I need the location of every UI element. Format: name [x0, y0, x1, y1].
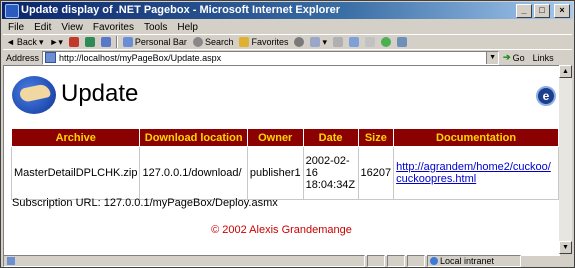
ie-logo-icon: e	[536, 86, 556, 106]
refresh-icon	[84, 37, 95, 47]
go-arrow-icon: ➔	[503, 52, 511, 62]
menu-favorites[interactable]: Favorites	[88, 22, 139, 33]
menu-help[interactable]: Help	[172, 22, 203, 33]
status-panel-3	[407, 255, 425, 267]
print-button[interactable]	[330, 37, 346, 47]
close-button[interactable]: ×	[554, 4, 570, 18]
header-date: Date	[302, 128, 359, 147]
table-row: MasterDetailDPLCHK.zip 127.0.0.1/downloa…	[10, 146, 559, 200]
address-dropdown-icon[interactable]: ▼	[486, 51, 499, 64]
print-icon	[333, 37, 344, 47]
back-button[interactable]: ◄ Back ▾	[3, 37, 46, 48]
status-panel-2	[387, 255, 405, 267]
cell-download-location: 127.0.0.1/download/	[139, 146, 248, 200]
status-page-icon	[7, 257, 15, 265]
header-size: Size	[357, 128, 395, 147]
go-label: Go	[512, 52, 525, 63]
address-bar: Address http://localhost/myPageBox/Updat…	[3, 49, 572, 65]
back-label: Back	[16, 37, 37, 47]
intranet-icon	[430, 257, 438, 265]
menu-file[interactable]: File	[3, 22, 29, 33]
address-url: http://localhost/myPageBox/Update.aspx	[59, 52, 222, 63]
cell-archive: MasterDetailDPLCHK.zip	[10, 146, 141, 200]
status-bar: Local intranet	[3, 255, 572, 267]
pagebox-logo-icon	[12, 76, 56, 114]
personal-bar-label: Personal Bar	[134, 37, 187, 47]
mail-icon	[310, 37, 321, 47]
links-button[interactable]: Links	[533, 53, 554, 63]
header-documentation: Documentation	[393, 128, 559, 147]
status-zone: Local intranet	[427, 255, 521, 267]
address-label: Address	[6, 52, 40, 63]
home-button[interactable]	[98, 37, 114, 47]
home-icon	[100, 37, 111, 47]
vertical-scrollbar[interactable]: ▲ ▼	[559, 65, 572, 254]
favorites-icon	[239, 37, 250, 47]
maximize-button[interactable]: □	[534, 4, 550, 18]
scroll-up-icon[interactable]: ▲	[559, 65, 572, 78]
refresh-button[interactable]	[82, 37, 98, 47]
favorites-label: Favorites	[251, 37, 289, 47]
history-icon	[294, 37, 305, 47]
page-icon	[45, 52, 57, 63]
stop-icon	[68, 37, 79, 47]
cell-date: 2002-02-16 18:04:34Z	[302, 146, 359, 200]
header-owner: Owner	[246, 128, 304, 147]
messenger-button[interactable]	[378, 37, 394, 47]
mail-button[interactable]: ▾	[307, 37, 330, 48]
table-header-row: Archive Download location Owner Date Siz…	[10, 128, 559, 147]
messenger-icon	[381, 37, 392, 47]
history-button[interactable]	[291, 37, 307, 47]
personal-bar-button[interactable]: Personal Bar	[120, 37, 190, 47]
update-table: Archive Download location Owner Date Siz…	[10, 128, 559, 200]
cell-owner: publisher1	[246, 146, 304, 200]
menu-view[interactable]: View	[56, 22, 88, 33]
stop-button[interactable]	[66, 37, 82, 47]
back-arrow-icon: ◄	[6, 37, 15, 47]
research-icon	[397, 37, 408, 47]
ie-icon	[5, 4, 19, 18]
toolbar: ◄ Back ▾ ►▾ Personal Bar Search Favorite…	[3, 34, 572, 49]
menu-tools[interactable]: Tools	[139, 22, 172, 33]
address-input[interactable]: http://localhost/myPageBox/Update.aspx ▼	[42, 50, 500, 65]
dropdown-icon: ▾	[38, 36, 44, 47]
header-archive: Archive	[10, 128, 141, 147]
edit-icon	[349, 37, 360, 47]
discuss-button[interactable]	[362, 37, 378, 47]
research-button[interactable]	[394, 37, 410, 47]
title-bar[interactable]: Update display of .NET Pagebox - Microso…	[2, 2, 573, 19]
cell-documentation: http://agrandem/home2/cuckoo/cuckoopres.…	[393, 146, 559, 200]
edit-button[interactable]	[346, 37, 362, 47]
search-button[interactable]: Search	[190, 37, 237, 47]
documentation-link[interactable]: http://agrandem/home2/cuckoo/cuckoopres.…	[396, 161, 551, 185]
personal-bar-icon	[122, 37, 133, 47]
forward-arrow-icon: ►▾	[49, 36, 63, 47]
page-title: Update	[61, 80, 139, 107]
search-label: Search	[204, 37, 234, 47]
browser-window: Update display of .NET Pagebox - Microso…	[0, 0, 575, 268]
cell-size: 16207	[357, 146, 395, 200]
subscription-url: Subscription URL: 127.0.0.1/myPageBox/De…	[12, 197, 278, 209]
discuss-icon	[365, 37, 376, 47]
zone-label: Local intranet	[440, 256, 495, 266]
forward-button[interactable]: ►▾	[46, 37, 65, 48]
window-title: Update display of .NET Pagebox - Microso…	[21, 4, 341, 16]
scroll-down-icon[interactable]: ▼	[559, 241, 572, 254]
favorites-button[interactable]: Favorites	[236, 37, 291, 47]
menu-edit[interactable]: Edit	[29, 22, 56, 33]
page-content: Update e Archive Download location Owner…	[3, 65, 560, 256]
menu-bar: File Edit View Favorites Tools Help	[3, 20, 572, 34]
go-button[interactable]: ➔ Go	[503, 52, 525, 63]
status-panel	[367, 255, 385, 267]
minimize-button[interactable]: _	[516, 4, 532, 18]
copyright-text: © 2002 Alexis Grandemange	[211, 224, 352, 236]
header-download-location: Download location	[139, 128, 248, 147]
search-icon	[192, 37, 203, 47]
status-main	[3, 255, 365, 267]
